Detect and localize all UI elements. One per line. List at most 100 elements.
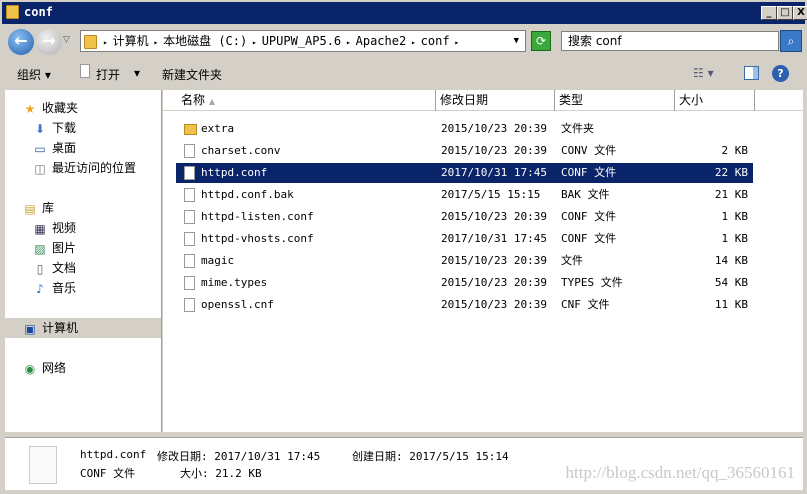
sidebar-item-label: 音乐 [52, 281, 77, 295]
address-bar[interactable]: ▸ 计算机 ▸ 本地磁盘 (C:) ▸ UPUPW_AP5.6 ▸ Apache… [80, 30, 526, 52]
preview-pane-icon[interactable] [744, 66, 759, 80]
file-date: 2017/10/31 17:45 [441, 166, 547, 179]
column-date[interactable]: 修改日期 [436, 90, 555, 111]
file-type: CONV 文件 [561, 144, 617, 157]
search-input[interactable]: 搜索 conf [561, 31, 779, 51]
breadcrumb-separator[interactable]: ▸ [406, 38, 420, 47]
sidebar-item[interactable]: ▣ 计算机 [5, 318, 161, 338]
breadcrumb-item[interactable]: Apache2 [356, 34, 407, 48]
file-size: 1 KB [721, 210, 749, 223]
file-size: 21 KB [714, 188, 748, 201]
address-dropdown-icon[interactable]: ▼ [514, 31, 519, 51]
file-type: CNF 文件 [561, 298, 610, 311]
sidebar-item[interactable]: ▯ 文档 [33, 258, 76, 278]
file-size: 54 KB [714, 276, 748, 289]
file-size: 22 KB [714, 166, 748, 179]
file-name: httpd.conf.bak [201, 188, 294, 201]
open-dropdown[interactable]: ▾ [134, 66, 140, 80]
sidebar-item[interactable]: ▭ 桌面 [33, 138, 76, 158]
file-type: 文件夹 [561, 122, 594, 135]
new-folder-button[interactable]: 新建文件夹 [162, 66, 222, 83]
file-icon [184, 188, 195, 202]
network-icon: ◉ [24, 361, 36, 376]
folder-icon [184, 124, 197, 135]
music-icon: ♪ [36, 281, 44, 296]
file-row[interactable]: extra 2015/10/23 20:39 文件夹 [176, 119, 753, 139]
help-icon[interactable]: ? [772, 65, 789, 82]
sidebar-item-label: 库 [42, 201, 55, 215]
downloads-icon: ⬇ [34, 121, 46, 136]
breadcrumb-item[interactable]: conf [421, 34, 450, 48]
breadcrumb-separator[interactable]: ▸ [149, 38, 163, 47]
file-type: CONF 文件 [561, 210, 617, 223]
video-icon: ▦ [34, 221, 46, 236]
file-row[interactable]: magic 2015/10/23 20:39 文件 14 KB [176, 251, 753, 271]
file-row[interactable]: httpd.conf.bak 2017/5/15 15:15 BAK 文件 21 KB [176, 185, 753, 205]
forward-button[interactable]: → [36, 29, 62, 55]
sidebar-item[interactable]: ▨ 图片 [33, 238, 76, 258]
file-name: charset.conv [201, 144, 281, 157]
sidebar-item-label: 图片 [52, 241, 77, 255]
file-icon [184, 210, 195, 224]
breadcrumb-item[interactable]: 本地磁盘 (C:) [163, 34, 247, 48]
file-date: 2015/10/23 20:39 [441, 122, 547, 135]
search-icon[interactable]: ⌕ [780, 30, 802, 52]
file-row[interactable]: httpd-vhosts.conf 2017/10/31 17:45 CONF 文件… [176, 229, 753, 249]
file-row[interactable]: httpd-listen.conf 2015/10/23 20:39 CONF 文件… [176, 207, 753, 227]
column-size[interactable]: 大小 [675, 90, 755, 111]
sidebar-item-label: 最近访问的位置 [52, 161, 137, 175]
sidebar-item[interactable]: ◉ 网络 [23, 358, 66, 378]
column-type[interactable]: 类型 [555, 90, 675, 111]
file-size: 2 KB [721, 144, 749, 157]
sidebar-item[interactable]: ▤ 库 [23, 198, 54, 218]
recent-places-icon: ◫ [34, 161, 46, 176]
file-size: 1 KB [721, 232, 749, 245]
view-options-icon[interactable]: ☷ ▾ [693, 66, 714, 80]
breadcrumb-item[interactable]: 计算机 [113, 34, 149, 48]
close-button[interactable]: X [793, 6, 807, 20]
breadcrumb-separator[interactable]: ▸ [450, 38, 459, 47]
file-row[interactable]: mime.types 2015/10/23 20:39 TYPES 文件 54 KB [176, 273, 753, 293]
file-icon [184, 166, 195, 180]
file-row[interactable]: httpd.conf 2017/10/31 17:45 CONF 文件 22 KB [176, 163, 753, 183]
file-date: 2015/10/23 20:39 [441, 298, 547, 311]
back-button[interactable]: ← [8, 29, 34, 55]
file-icon [29, 446, 57, 484]
breadcrumb-separator[interactable]: ▸ [341, 38, 355, 47]
file-icon [184, 144, 195, 158]
file-date: 2015/10/23 20:39 [441, 254, 547, 267]
open-button[interactable]: 打开 [96, 66, 120, 83]
file-row[interactable]: charset.conv 2015/10/23 20:39 CONV 文件 2 KB [176, 141, 753, 161]
organize-button[interactable]: 组织 ▾ [17, 66, 51, 83]
navigation-pane: ★ 收藏夹 ⬇ 下载 ▭ 桌面 ◫ 最近访问的位置 ▤ 库 ▦ 视频 ▨ 图片 ▯ 文档 ♪ 音乐 ▣ 计算机 ◉ 网络 [5, 90, 162, 432]
sidebar-item[interactable]: ▦ 视频 [33, 218, 76, 238]
minimize-button[interactable]: _ [761, 6, 777, 20]
recent-pages-dropdown[interactable]: ▽ [63, 35, 70, 45]
sidebar-item[interactable]: ◫ 最近访问的位置 [33, 158, 136, 178]
file-type: BAK 文件 [561, 188, 610, 201]
breadcrumb-separator[interactable]: ▸ [247, 38, 261, 47]
file-type: TYPES 文件 [561, 276, 623, 289]
file-row[interactable]: openssl.cnf 2015/10/23 20:39 CNF 文件 11 KB [176, 295, 753, 315]
desktop-icon: ▭ [34, 141, 46, 156]
pictures-icon: ▨ [34, 241, 46, 256]
details-created: 创建日期: 2017/5/15 15:14 [352, 450, 509, 463]
file-type: CONF 文件 [561, 166, 617, 179]
column-name[interactable]: 名称 ▲ [175, 90, 436, 111]
breadcrumb-item[interactable]: UPUPW_AP5.6 [262, 34, 341, 48]
sidebar-item[interactable]: ★ 收藏夹 [23, 98, 78, 118]
library-icon: ▤ [24, 201, 36, 216]
refresh-button[interactable]: ⟳ [531, 31, 551, 51]
sidebar-item[interactable]: ⬇ 下载 [33, 118, 76, 138]
sidebar-item-label: 视频 [52, 221, 77, 235]
file-name: httpd-listen.conf [201, 210, 314, 223]
details-filename: httpd.conf [80, 448, 147, 461]
file-date: 2015/10/23 20:39 [441, 276, 547, 289]
sidebar-item[interactable]: ♪ 音乐 [33, 278, 76, 298]
file-date: 2017/5/15 15:15 [441, 188, 541, 201]
breadcrumb-separator[interactable]: ▸ [103, 38, 113, 47]
file-icon [184, 298, 195, 312]
maximize-button[interactable]: □ [777, 6, 793, 20]
file-size: 11 KB [714, 298, 748, 311]
details-size: 大小: 21.2 KB [180, 467, 262, 480]
